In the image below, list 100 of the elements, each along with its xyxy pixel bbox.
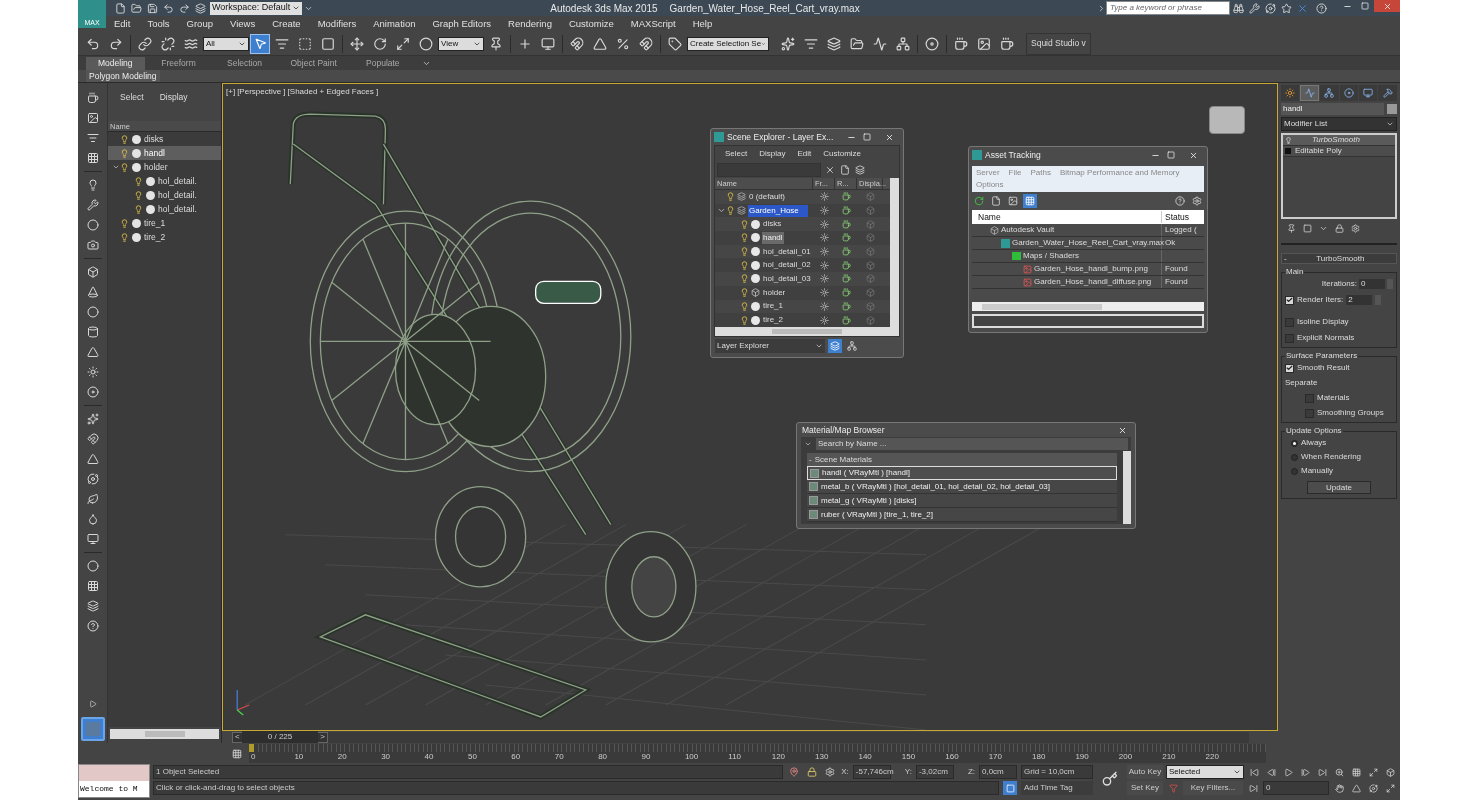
menu-item[interactable]: Rendering [508,16,552,32]
scene-list-item[interactable]: hol_detail. [108,174,221,188]
frame-tick-label: 10 [294,752,305,762]
selection-filter-dropdown[interactable]: All [203,36,249,51]
layer-row-name[interactable]: 0 (default) [748,190,787,203]
ribbon-tab[interactable]: Populate [350,57,415,70]
ribbon-tab[interactable]: Modeling [86,57,145,70]
scene-list-item[interactable]: hol_detail. [108,188,221,202]
scene-list-item[interactable]: tire_2 [108,230,221,244]
z-coordinate-field: 0,0cm [979,765,1017,779]
menu-item[interactable]: MAXScript [630,16,676,32]
menu-item[interactable]: Create [272,16,301,32]
menu-item[interactable]: Customize [568,16,614,32]
menu-item[interactable]: Modifiers [317,16,357,32]
layer-row-name[interactable]: Garden_Hose [748,204,808,217]
frame-tick-label: 80 [598,752,609,762]
layer-row-name[interactable]: disks [762,218,783,231]
modifier-stack-item[interactable]: TurboSmooth [1283,135,1395,146]
modifier-stack-item[interactable]: Editable Poly [1283,146,1395,157]
main-group: Main Iterations: 0 Render Iters: 2 Isoline Display Explicit Normals [1281,266,1397,348]
layer-row-name[interactable]: tire_2 [762,314,784,327]
scene-list-item[interactable]: handl [108,146,221,160]
explorer-menu-item[interactable]: Display [159,90,188,104]
modifier-list-dropdown[interactable]: Modifier List [1281,117,1397,131]
column-header[interactable]: Name [972,210,1162,224]
window-menu-item[interactable]: Display [759,148,786,160]
layer-row-name[interactable]: hol_detail_01 [762,245,812,258]
frame-tick-label: 70 [554,752,565,762]
material-item[interactable]: metal_b ( VRayMtl ) [hol_detail_01, hol_detail_02, hol_detail_03] [807,480,1117,494]
layer-row-name[interactable]: hol_detail_03 [762,272,812,285]
asset-name[interactable]: Garden_Hose_handl_diffuse.png [1034,276,1152,288]
menu-item[interactable]: Help [692,16,713,32]
asset-status: Found [1164,276,1188,288]
frame-tick-label: 220 [1205,752,1220,762]
search-field[interactable]: Search by Name ... [816,438,1128,450]
menu-item[interactable]: Edit [114,16,131,32]
layer-row-name[interactable]: holder [762,286,787,299]
auto-key-button[interactable]: Auto Key [1127,765,1163,779]
reference-coordinate-dropdown[interactable]: View [438,36,484,51]
menu-item[interactable]: Group [186,16,213,32]
layer-row-name[interactable]: tire_1 [762,300,784,313]
window-menu-item[interactable]: Edit [797,148,812,160]
viewport-label[interactable]: [Shaded + Edged Faces ] [287,86,379,98]
time-track[interactable]: < 0 / 225 > [232,731,1249,743]
grid-size-field: Grid = 10,0cm [1021,765,1093,779]
object-name-field[interactable]: handl [1281,103,1384,115]
asset-name[interactable]: Garden_Hose_handl_bump.png [1034,263,1148,275]
scene-list-item[interactable]: tire_1 [108,216,221,230]
explorer-type-dropdown[interactable]: Layer Explorer [715,338,825,353]
update-button[interactable]: Update [1307,481,1371,494]
asset-name[interactable]: Autodesk Vault [1001,224,1055,236]
z-label: Z: [967,766,975,778]
menu-item[interactable]: Views [229,16,256,32]
menu-item[interactable]: Animation [373,16,416,32]
x-coordinate-field: -57,746cm [852,765,891,779]
menu-item[interactable]: Graph Editors [432,16,492,32]
column-header[interactable]: Status [1162,210,1190,224]
key-mode-dropdown[interactable]: Selected [1166,765,1244,779]
material-item[interactable]: metal_g ( VRayMtl ) [disks] [807,494,1117,508]
track-bar[interactable]: 0 10 20 30 40 50 60 70 80 90 100 110 120 130 140 150 160 170 180 190 200 210 220 [249,744,1266,763]
scene-list-item[interactable]: disks [108,132,221,146]
set-key-button[interactable]: Set Key [1127,781,1163,795]
frame-counter[interactable]: < 0 / 225 > [232,731,328,743]
menu-item[interactable]: Tools [147,16,170,32]
explorer-menu-item[interactable]: Select [120,90,144,104]
material-item[interactable]: ruber ( VRayMtl ) [tire_1, tire_2] [807,508,1117,522]
group-header[interactable]: - Scene Materials [807,453,1117,466]
workspace-dropdown[interactable]: Workspace: Default [210,1,302,15]
ribbon-tab[interactable]: Object Paint [278,57,349,70]
window-title: Scene Explorer - Layer Ex... [727,130,835,144]
workspace-label[interactable]: Squid Studio v [1026,32,1091,55]
frame-tick-label: 190 [1075,752,1090,762]
add-time-tag-button[interactable]: Add Time Tag [1021,781,1093,795]
ribbon-tab[interactable]: Selection [212,57,277,70]
surface-parameters-group: Surface Parameters Smooth Result Separate Materials Smoothing Groups [1281,350,1397,423]
frame-tick-label: 210 [1162,752,1177,762]
frame-tick-label: 130 [815,752,830,762]
named-selection-dropdown[interactable]: Create Selection Se [687,36,769,51]
viewport-label[interactable]: [Perspective ] [237,86,286,98]
listener-output[interactable]: Welcome to M [79,781,149,797]
frame-tick-label: 20 [337,752,348,762]
layer-row-name[interactable]: handl [762,231,784,244]
window-menu-item[interactable]: Select [725,148,748,160]
window-menu-item[interactable]: Customize [823,148,862,160]
asset-name[interactable]: Garden_Water_Hose_Reel_Cart_vray.max [1012,237,1165,249]
scene-list-item[interactable]: holder [108,160,221,174]
key-filters-button[interactable]: Key Filters... [1183,781,1243,795]
scene-list-item[interactable]: hol_detail. [108,202,221,216]
material-item[interactable]: handl ( VRayMtl ) [handl] [807,466,1117,480]
rollout-header[interactable]: - TurboSmooth [1281,253,1397,264]
frame-tick-label: 100 [684,752,700,762]
viewport-label[interactable]: [+] [226,86,236,98]
render-iters-field[interactable]: 2 [1346,295,1373,305]
checkbox-label: Materials [1317,392,1350,404]
frame-tick-label: 40 [424,752,435,762]
search-field[interactable]: Type a keyword or phrase [1106,1,1230,15]
app-title: Autodesk 3ds Max 2015 [550,1,658,16]
iterations-field[interactable]: 0 [1359,279,1385,289]
ribbon-tab[interactable]: Freeform [146,57,211,70]
radio-label: Manually [1301,465,1333,477]
